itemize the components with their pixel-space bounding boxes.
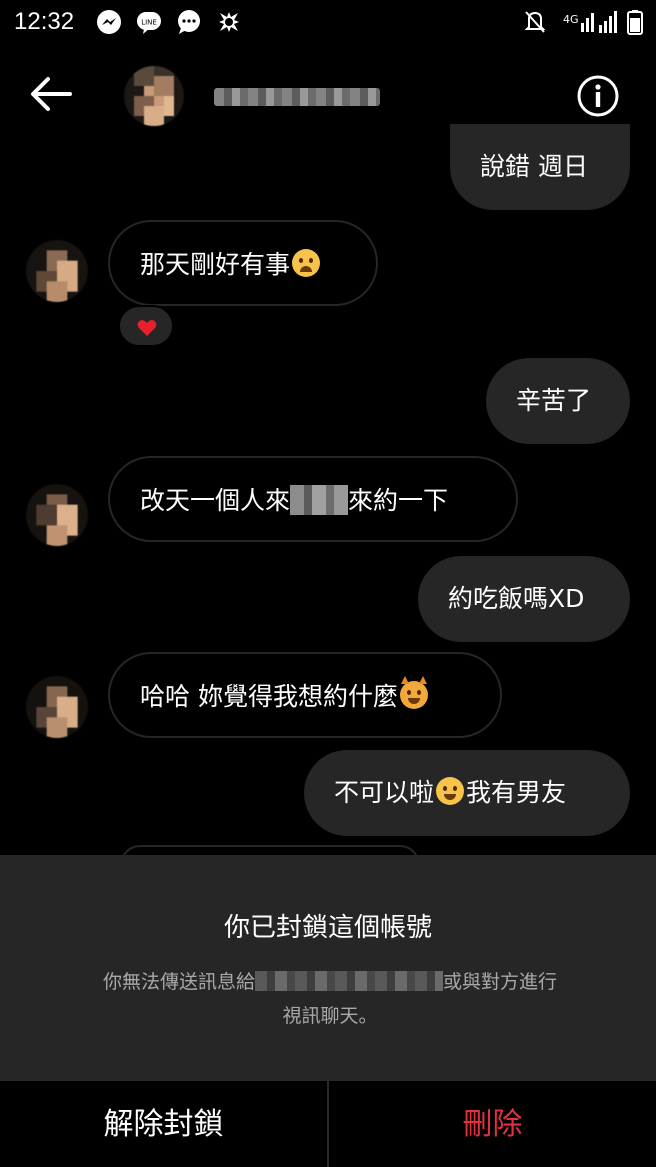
heart-icon	[137, 320, 157, 336]
blurred-avatar-icon	[26, 484, 88, 546]
message-text: 說錯 週日	[480, 152, 588, 181]
svg-text:4G: 4G	[563, 13, 579, 26]
unblock-button[interactable]: 解除封鎖	[0, 1081, 327, 1167]
message-text: 辛苦了	[516, 386, 592, 415]
message-bubble-incoming[interactable]: 改天一個人來 來約一下	[108, 456, 518, 542]
message-text: 那天剛好有事	[140, 250, 291, 279]
message-bubble-outgoing[interactable]: 辛苦了	[486, 358, 630, 444]
nudge-icon	[219, 12, 239, 32]
avatar[interactable]	[26, 484, 88, 546]
info-icon[interactable]	[576, 74, 620, 118]
message-text: 約吃飯嗎XD	[448, 584, 585, 613]
battery-icon	[627, 10, 643, 35]
username-censored[interactable]	[214, 88, 380, 106]
avatar[interactable]	[26, 676, 88, 738]
message-text-part: 來約一下	[348, 486, 449, 515]
smiling-devil-icon	[399, 676, 428, 709]
message-bubble-outgoing[interactable]: 不可以啦 我有男友	[304, 750, 630, 836]
chat-bubble-icon	[178, 10, 200, 34]
blocked-desc-part: 視訊聊天。	[282, 1005, 378, 1027]
blocked-desc-part: 或與對方進行	[443, 971, 558, 993]
message-text-part: 不可以啦	[334, 778, 435, 807]
blocked-desc-part: 你無法傳送訊息給	[102, 971, 255, 993]
status-time: 12:32	[14, 8, 75, 35]
blurred-avatar-icon	[124, 66, 184, 126]
arrow-left-icon[interactable]	[26, 74, 76, 114]
blocked-notice-panel: 你已封鎖這個帳號 你無法傳送訊息給 或與對方進行 視訊聊天。	[0, 855, 656, 1080]
blurred-avatar-icon	[26, 676, 88, 738]
4g-signal-icon: 4G	[563, 13, 594, 32]
line-icon: LINE	[137, 12, 161, 34]
blurred-avatar-icon	[26, 240, 88, 302]
weary-face-icon	[292, 249, 321, 277]
signal-icon	[599, 11, 617, 33]
svg-text:LINE: LINE	[141, 19, 157, 27]
blocked-description: 你無法傳送訊息給 或與對方進行 視訊聊天。	[70, 965, 590, 1033]
reaction-badge[interactable]	[118, 305, 174, 347]
messenger-icon	[97, 10, 121, 34]
status-bar: 12:32 LINE 4G	[0, 0, 656, 46]
censored-username	[255, 971, 443, 991]
delete-button[interactable]: 刪除	[329, 1081, 656, 1167]
message-bubble-outgoing[interactable]: 說錯 週日	[450, 124, 630, 210]
message-text-part: 改天一個人來	[140, 486, 291, 515]
blocked-title: 你已封鎖這個帳號	[223, 913, 432, 943]
message-bubble-incoming[interactable]: 哈哈 妳覺得我想約什麼	[108, 652, 502, 738]
mute-icon	[524, 11, 546, 33]
censored-text	[290, 485, 349, 515]
message-text: 哈哈 妳覺得我想約什麼	[140, 682, 398, 711]
grinning-sweat-icon	[436, 777, 465, 805]
avatar[interactable]	[124, 66, 184, 126]
message-bubble-outgoing[interactable]: 約吃飯嗎XD	[418, 556, 630, 642]
message-text-part: 我有男友	[466, 778, 567, 807]
bottom-action-bar: 解除封鎖 刪除	[0, 1080, 656, 1167]
avatar[interactable]	[26, 240, 88, 302]
message-bubble-incoming[interactable]: 那天剛好有事	[108, 220, 378, 306]
